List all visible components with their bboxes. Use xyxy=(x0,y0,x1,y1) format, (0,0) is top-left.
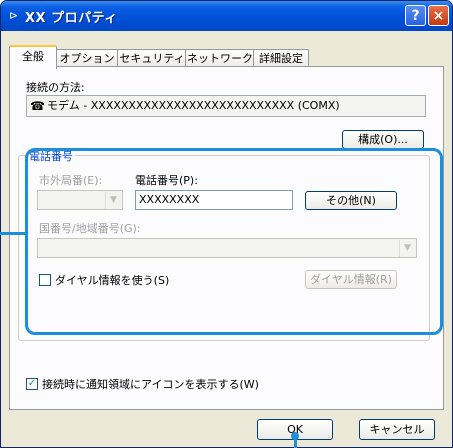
tab-advanced[interactable]: 詳細設定 xyxy=(253,49,309,67)
notify-checkbox[interactable]: ✓ xyxy=(26,378,38,390)
country-code-label: 国番号/地域番号(G): xyxy=(39,222,141,235)
dialing-rules-button[interactable]: ダイヤル情報(R) xyxy=(305,270,397,289)
callout-line xyxy=(0,232,25,235)
tab-options[interactable]: オプション xyxy=(55,49,119,67)
window-title: XX プロパティ xyxy=(25,11,118,26)
configure-button[interactable]: 構成(O)... xyxy=(342,130,424,149)
title-bar[interactable]: ⊳ XX プロパティ ? × xyxy=(1,1,452,31)
area-code-combo[interactable]: ▼ xyxy=(37,190,123,210)
tab-network[interactable]: ネットワーク xyxy=(185,49,255,67)
tab-general[interactable]: 全般 xyxy=(9,45,57,69)
device-name: モデム - XXXXXXXXXXXXXXXXXXXXXXXXXXX (COMX) xyxy=(47,99,340,112)
tab-security[interactable]: セキュリティ xyxy=(117,49,187,67)
device-list[interactable]: ☎ モデム - XXXXXXXXXXXXXXXXXXXXXXXXXXX (COM… xyxy=(26,95,426,117)
chevron-down-icon: ▼ xyxy=(399,240,415,257)
other-button[interactable]: その他(N) xyxy=(305,191,397,210)
area-code-label: 市外局番(E): xyxy=(39,174,103,187)
notify-label: 接続時に通知領域にアイコンを表示する(W) xyxy=(42,378,259,391)
chevron-down-icon: ▼ xyxy=(105,192,121,209)
connection-icon: ⊳ xyxy=(9,9,19,22)
phone-number-group: 電話番号 市外局番(E): ▼ 電話番号(P): XXXXXXXX その他(N)… xyxy=(18,148,430,341)
phone-number-label: 電話番号(P): xyxy=(135,174,198,187)
cancel-button[interactable]: キャンセル xyxy=(359,419,435,440)
phone-group-label: 電話番号 xyxy=(27,148,75,164)
properties-dialog: ⊳ XX プロパティ ? × 全般 オプション セキュリティ ネットワーク 詳細… xyxy=(0,0,453,448)
close-button[interactable]: × xyxy=(428,5,449,26)
modem-icon: ☎ xyxy=(30,99,45,113)
help-button[interactable]: ? xyxy=(405,5,426,26)
country-code-combo[interactable]: ▼ xyxy=(37,238,417,258)
phone-number-input[interactable]: XXXXXXXX xyxy=(135,190,293,210)
dialing-rules-checkbox[interactable] xyxy=(39,274,51,286)
connect-using-label: 接続の方法: xyxy=(26,81,85,94)
general-tab-panel: 接続の方法: ☎ モデム - XXXXXXXXXXXXXXXXXXXXXXXXX… xyxy=(9,66,444,410)
ok-callout-dot xyxy=(291,432,299,440)
dialing-rules-label: ダイヤル情報を使う(S) xyxy=(55,274,170,287)
